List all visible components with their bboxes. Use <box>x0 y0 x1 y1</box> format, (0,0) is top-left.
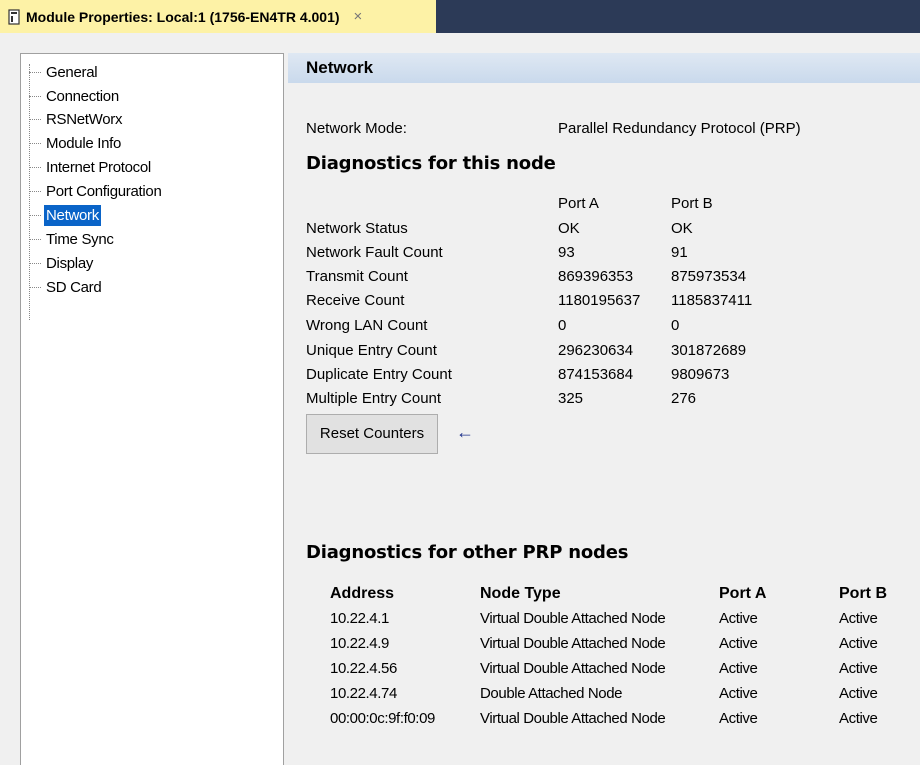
node-type: Virtual Double Attached Node <box>480 635 666 652</box>
row-label: Receive Count <box>306 292 405 309</box>
port-b-value: 9809673 <box>671 366 730 383</box>
node-address: 10.22.4.9 <box>330 635 389 652</box>
row-label: Network Fault Count <box>306 244 443 261</box>
port-a-value: 869396353 <box>558 268 634 285</box>
tree-item-label: Network <box>44 205 101 226</box>
node-port-b: Active <box>839 610 878 627</box>
tree-item-label: Connection <box>46 88 119 105</box>
port-b-value: 91 <box>671 244 688 261</box>
tree-item-label: SD Card <box>46 279 102 296</box>
node-port-b: Active <box>839 635 878 652</box>
node-type: Virtual Double Attached Node <box>480 710 666 727</box>
column-header-node-type: Node Type <box>480 585 561 602</box>
node-address: 10.22.4.74 <box>330 685 397 702</box>
tree-item-label: RSNetWorx <box>46 111 123 128</box>
port-a-value: OK <box>558 220 580 237</box>
tree-item-rsnetworx[interactable]: RSNetWorx <box>29 109 124 130</box>
this-node-heading: Diagnostics for this node <box>306 153 556 174</box>
row-label: Unique Entry Count <box>306 342 437 359</box>
port-b-value: OK <box>671 220 693 237</box>
port-a-value: 874153684 <box>558 366 634 383</box>
document-tab-title: Module Properties: Local:1 (1756-EN4TR 4… <box>26 8 340 25</box>
port-b-value: 301872689 <box>671 342 747 359</box>
other-nodes-heading: Diagnostics for other PRP nodes <box>306 542 629 563</box>
tree-item-internet-protocol[interactable]: Internet Protocol <box>29 157 153 178</box>
tree-item-label: Display <box>46 255 94 272</box>
tree-item-label: Internet Protocol <box>46 159 151 176</box>
network-mode-label: Network Mode: <box>306 120 407 137</box>
network-mode-value: Parallel Redundancy Protocol (PRP) <box>558 120 801 137</box>
tree-item-port-configuration[interactable]: Port Configuration <box>29 181 164 202</box>
tree-item-connection[interactable]: Connection <box>29 86 121 107</box>
network-panel: Network Network Mode: Parallel Redundanc… <box>288 53 920 765</box>
section-title: Network <box>288 53 920 83</box>
row-label: Transmit Count <box>306 268 408 285</box>
tree-item-module-info[interactable]: Module Info <box>29 133 123 154</box>
node-port-a: Active <box>719 685 758 702</box>
arrow-left-icon: ← <box>456 422 474 442</box>
node-port-b: Active <box>839 660 878 677</box>
port-b-value: 276 <box>671 390 697 407</box>
port-b-header: Port B <box>671 195 713 212</box>
close-icon[interactable]: × <box>354 8 363 25</box>
category-tree: General Connection RSNetWorx Module Info… <box>20 53 284 765</box>
title-bar: Module Properties: Local:1 (1756-EN4TR 4… <box>0 0 920 33</box>
module-icon <box>8 8 20 25</box>
port-a-value: 325 <box>558 390 584 407</box>
tree-item-label: General <box>46 64 98 81</box>
node-port-a: Active <box>719 635 758 652</box>
node-port-a: Active <box>719 610 758 627</box>
node-port-b: Active <box>839 710 878 727</box>
tree-item-display[interactable]: Display <box>29 253 95 274</box>
row-label: Network Status <box>306 220 408 237</box>
column-header-port-b: Port B <box>839 585 887 602</box>
port-a-value: 0 <box>558 317 567 334</box>
node-type: Double Attached Node <box>480 685 623 702</box>
column-header-address: Address <box>330 585 395 602</box>
reset-counters-button[interactable]: Reset Counters <box>306 414 438 454</box>
tree-item-network[interactable]: Network <box>29 205 101 226</box>
node-address: 00:00:0c:9f:f0:09 <box>330 710 435 727</box>
tree-item-label: Time Sync <box>46 231 114 248</box>
port-b-value: 1185837411 <box>671 292 753 309</box>
node-port-a: Active <box>719 710 758 727</box>
port-a-value: 296230634 <box>558 342 634 359</box>
tree-item-time-sync[interactable]: Time Sync <box>29 229 116 250</box>
port-a-value: 93 <box>558 244 575 261</box>
port-a-value: 1180195637 <box>558 292 641 309</box>
row-label: Duplicate Entry Count <box>306 366 452 383</box>
port-b-value: 0 <box>671 317 680 334</box>
node-address: 10.22.4.1 <box>330 610 389 627</box>
tree-item-sd-card[interactable]: SD Card <box>29 277 103 298</box>
row-label: Wrong LAN Count <box>306 317 428 334</box>
tree-item-label: Port Configuration <box>46 183 162 200</box>
dialog-body: General Connection RSNetWorx Module Info… <box>0 33 920 765</box>
node-address: 10.22.4.56 <box>330 660 397 677</box>
document-tab[interactable]: Module Properties: Local:1 (1756-EN4TR 4… <box>0 0 436 33</box>
row-label: Multiple Entry Count <box>306 390 442 407</box>
node-type: Virtual Double Attached Node <box>480 610 666 627</box>
node-port-a: Active <box>719 660 758 677</box>
tree-item-general[interactable]: General <box>29 62 99 83</box>
tree-item-label: Module Info <box>46 135 122 152</box>
port-a-header: Port A <box>558 195 599 212</box>
column-header-port-a: Port A <box>719 585 767 602</box>
port-b-value: 875973534 <box>671 268 747 285</box>
node-type: Virtual Double Attached Node <box>480 660 666 677</box>
node-port-b: Active <box>839 685 878 702</box>
